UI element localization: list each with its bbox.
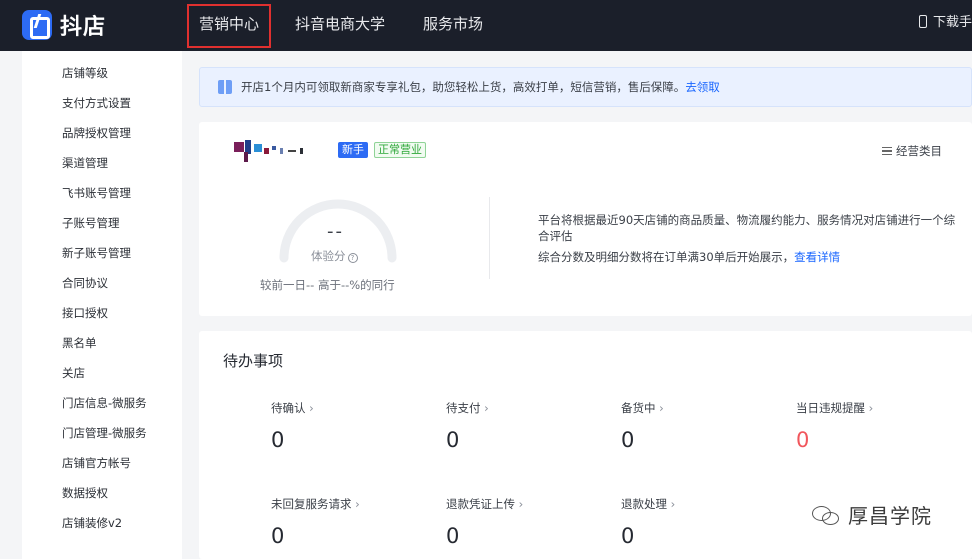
todo-pending-payment-count[interactable]: 0 xyxy=(446,428,459,452)
sidebar-item-brand-authorization[interactable]: 品牌授权管理 xyxy=(62,125,131,141)
sidebar-item-contracts[interactable]: 合同协议 xyxy=(62,275,108,291)
sidebar-item-payment-settings[interactable]: 支付方式设置 xyxy=(62,95,131,111)
todo-preparing-stock-link[interactable]: 备货中 xyxy=(621,400,664,416)
sidebar-menu: 店铺等级 支付方式设置 品牌授权管理 渠道管理 飞书账号管理 子账号管理 新子账… xyxy=(22,51,182,559)
doudian-logo-icon xyxy=(22,10,52,40)
store-name-redacted xyxy=(232,140,326,164)
new-merchant-notice-banner: 开店1个月内可领取新商家专享礼包，助您轻松上货，高效打单，短信营销，售后保障。去… xyxy=(199,67,972,107)
nav-service-market[interactable]: 服务市场 xyxy=(423,0,483,51)
store-score-card: 新手 正常营业 经营类目 -- 体验分? 较前一日-- 高于--%的同行 平台将… xyxy=(199,122,972,316)
todo-unreplied-service-count[interactable]: 0 xyxy=(271,524,284,548)
download-app-link[interactable]: 下载手 xyxy=(918,0,972,51)
score-display-text: 综合分数及明细分数将在订单满30单后开始展示， xyxy=(538,250,795,264)
phone-icon xyxy=(918,15,927,28)
watermark: 厚昌学院 xyxy=(812,500,932,529)
watermark-text: 厚昌学院 xyxy=(848,504,932,528)
app-logo[interactable]: 抖店 xyxy=(22,9,106,41)
top-navigation-bar: 抖店 营销中心 抖音电商大学 服务市场 下载手 xyxy=(0,0,972,51)
sidebar-item-blacklist[interactable]: 黑名单 xyxy=(62,335,97,351)
todo-pending-confirm-link[interactable]: 待确认 xyxy=(271,400,314,416)
todo-title: 待办事项 xyxy=(223,352,284,370)
business-category-link[interactable]: 经营类目 xyxy=(882,143,942,159)
todo-preparing-stock-count[interactable]: 0 xyxy=(621,428,634,452)
business-category-label: 经营类目 xyxy=(896,144,942,158)
experience-score-label: 体验分? xyxy=(311,248,358,264)
sidebar-item-data-authorization[interactable]: 数据授权 xyxy=(62,485,108,501)
sidebar-item-api-authorization[interactable]: 接口授权 xyxy=(62,305,108,321)
notice-text: 开店1个月内可领取新商家专享礼包，助您轻松上货，高效打单，短信营销，售后保障。去… xyxy=(241,79,720,95)
notice-message: 开店1个月内可领取新商家专享礼包，助您轻松上货，高效打单，短信营销，售后保障。 xyxy=(241,80,686,94)
todo-pending-payment-link[interactable]: 待支付 xyxy=(446,400,489,416)
list-icon xyxy=(882,147,892,155)
gift-icon xyxy=(218,80,232,94)
claim-gift-link[interactable]: 去领取 xyxy=(685,80,720,94)
sidebar-item-store-info-microservice[interactable]: 门店信息-微服务 xyxy=(62,395,147,411)
newbie-badge: 新手 xyxy=(338,142,368,158)
todo-violation-reminder-count[interactable]: 0 xyxy=(796,428,809,452)
todo-refund-voucher-count[interactable]: 0 xyxy=(446,524,459,548)
sidebar-item-store-management-microservice[interactable]: 门店管理-微服务 xyxy=(62,425,147,441)
sidebar-item-store-decoration[interactable]: 店铺装修v2 xyxy=(62,515,122,531)
nav-douyin-ecommerce-university[interactable]: 抖音电商大学 xyxy=(295,0,385,51)
score-comparison-text: 较前一日-- 高于--%的同行 xyxy=(260,278,395,292)
question-circle-icon[interactable]: ? xyxy=(347,253,358,263)
status-badge: 正常营业 xyxy=(374,142,426,158)
todo-refund-voucher-link[interactable]: 退款凭证上传 xyxy=(446,496,523,512)
wechat-icon xyxy=(812,504,840,526)
sidebar-item-channel-management[interactable]: 渠道管理 xyxy=(62,155,108,171)
sidebar-item-official-account[interactable]: 店铺官方帐号 xyxy=(62,455,131,471)
download-label: 下载手 xyxy=(932,15,972,30)
sidebar-item-store-level[interactable]: 店铺等级 xyxy=(62,65,108,81)
experience-score-text: 体验分 xyxy=(311,249,346,263)
todo-pending-confirm-count[interactable]: 0 xyxy=(271,428,284,452)
sidebar-item-feishu-accounts[interactable]: 飞书账号管理 xyxy=(62,185,131,201)
score-display-note: 综合分数及明细分数将在订单满30单后开始展示，查看详情 xyxy=(538,249,840,265)
todo-refund-processing-link[interactable]: 退款处理 xyxy=(621,496,675,512)
todo-refund-processing-count[interactable]: 0 xyxy=(621,524,634,548)
nav-marketing-center[interactable]: 营销中心 xyxy=(187,4,272,48)
sidebar-item-sub-accounts[interactable]: 子账号管理 xyxy=(62,215,120,231)
vertical-divider xyxy=(489,197,490,279)
todo-unreplied-service-link[interactable]: 未回复服务请求 xyxy=(271,496,360,512)
experience-score-value: -- xyxy=(327,221,344,242)
score-description: 平台将根据最近90天店铺的商品质量、物流履约能力、服务情况对店铺进行一个综合评估 xyxy=(538,213,956,243)
logo-text: 抖店 xyxy=(60,15,107,40)
todo-violation-reminder-link[interactable]: 当日违规提醒 xyxy=(796,400,873,416)
sidebar-item-new-sub-accounts[interactable]: 新子账号管理 xyxy=(62,245,131,261)
view-details-link[interactable]: 查看详情 xyxy=(794,250,840,264)
sidebar-item-close-store[interactable]: 关店 xyxy=(62,365,85,381)
